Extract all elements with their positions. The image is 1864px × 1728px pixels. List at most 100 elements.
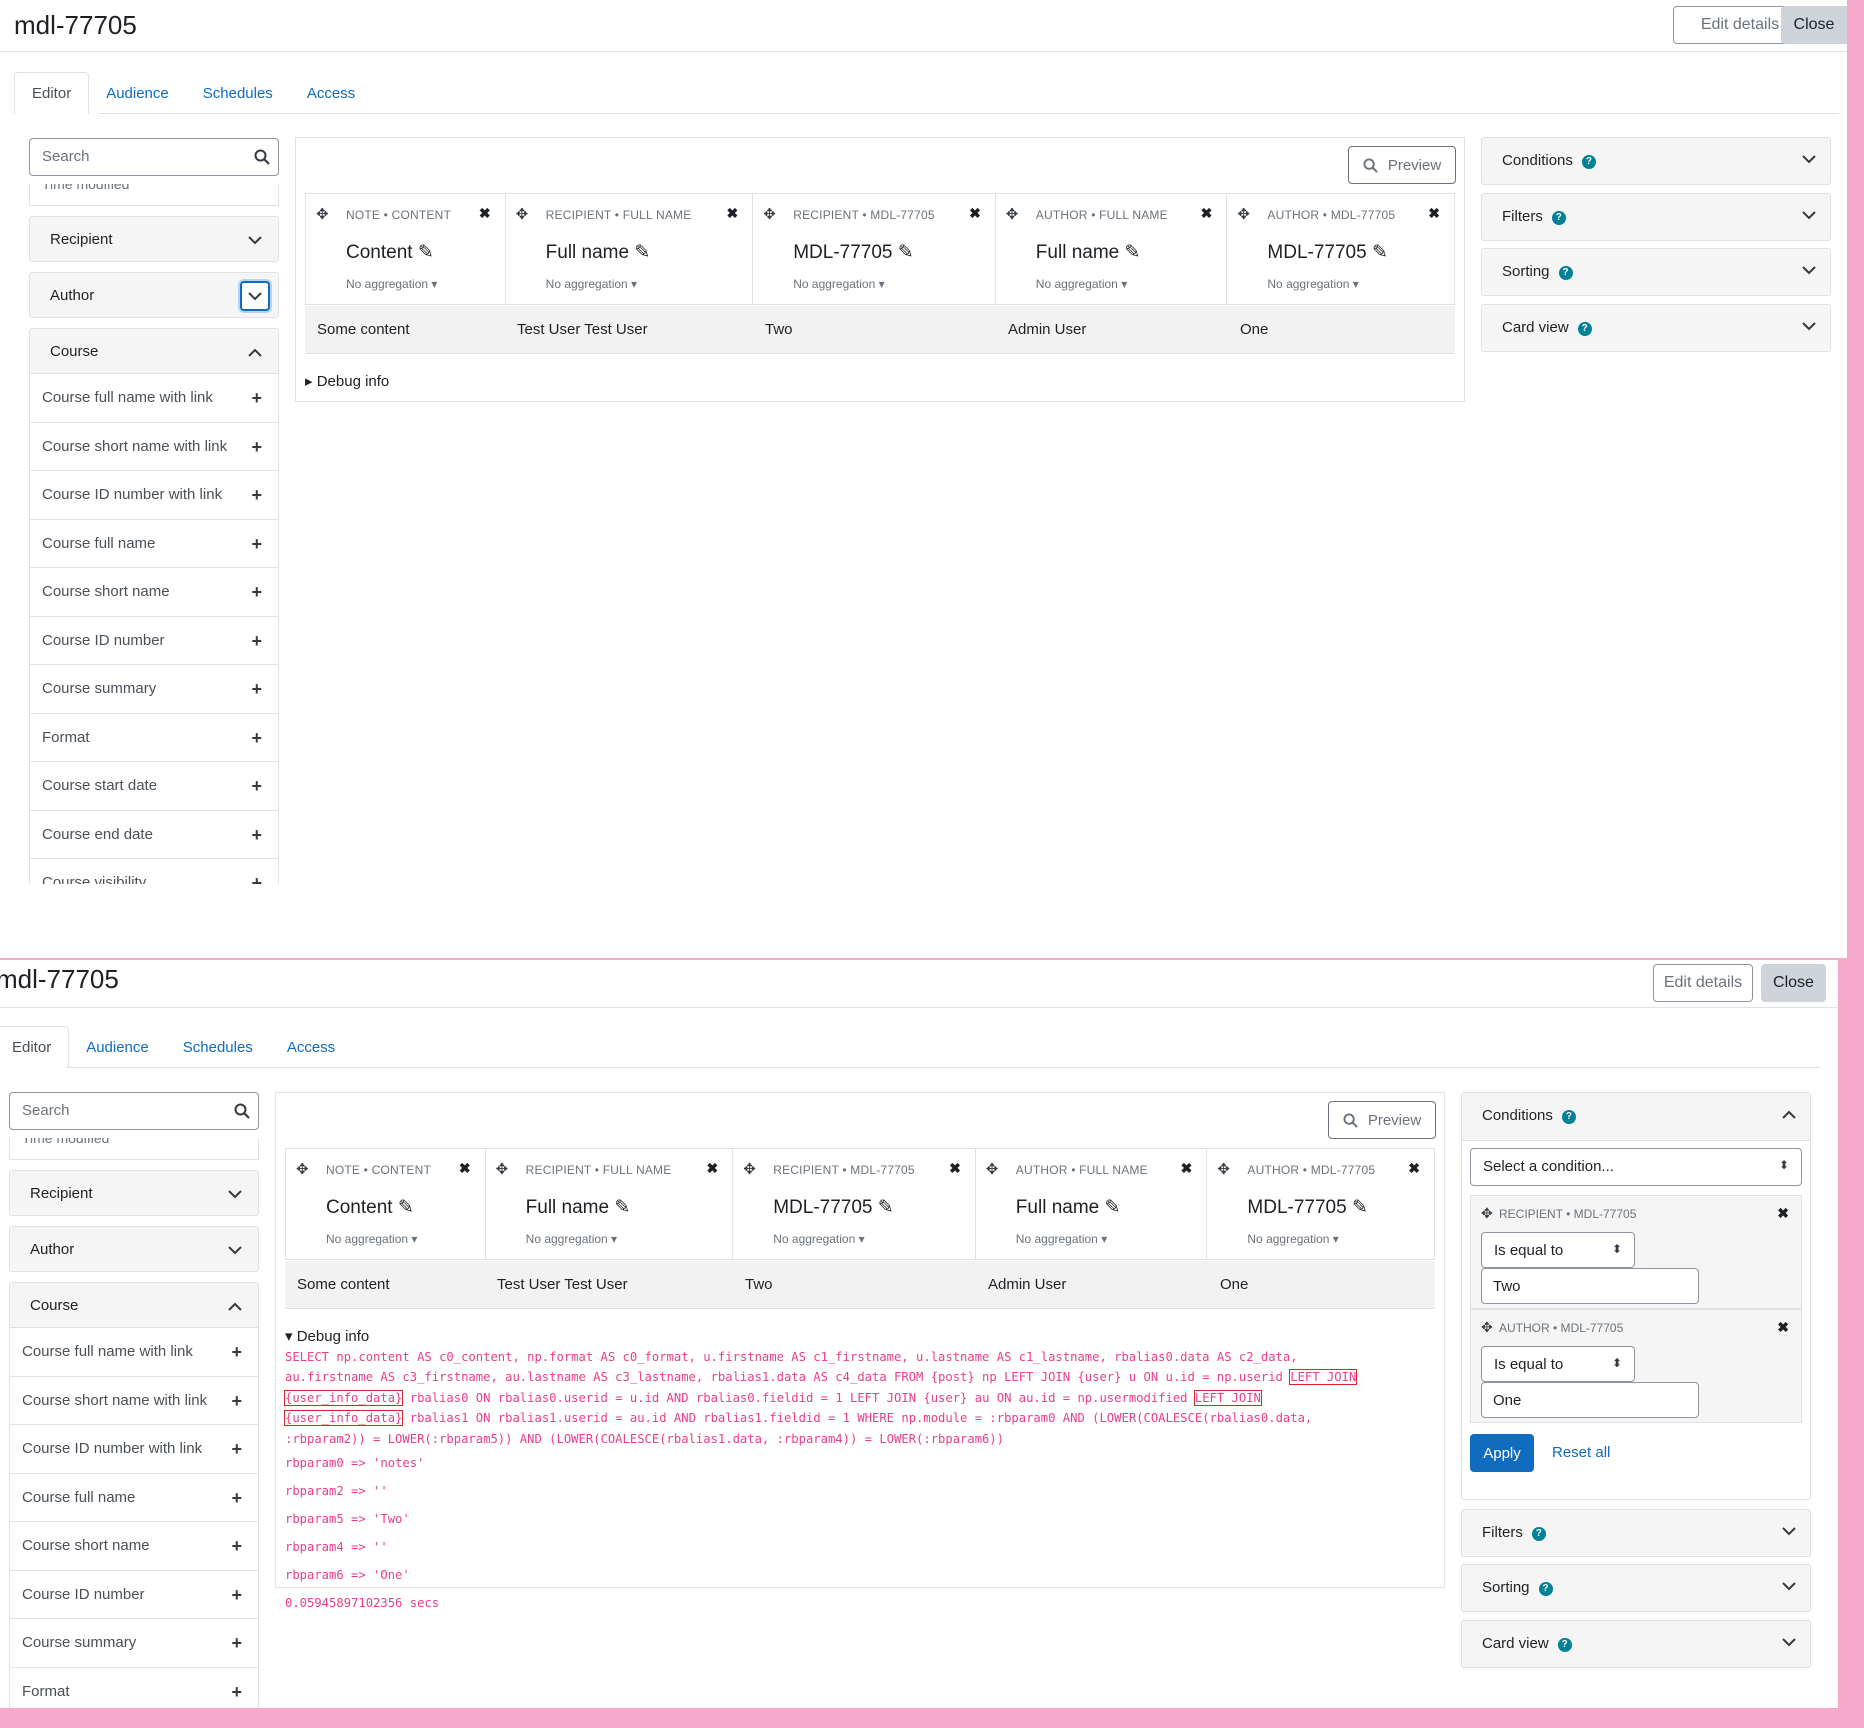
plus-icon[interactable]: + bbox=[231, 1342, 242, 1363]
category-course[interactable]: Course bbox=[9, 1282, 259, 1328]
sorting-accordion[interactable]: Sorting? bbox=[1461, 1564, 1811, 1612]
field-item[interactable]: Course full name + bbox=[9, 1473, 259, 1522]
field-item[interactable]: Course full name with link + bbox=[29, 374, 279, 423]
field-item[interactable]: Course ID number + bbox=[29, 616, 279, 665]
plus-icon[interactable]: + bbox=[231, 1488, 242, 1509]
aggregation-select[interactable]: No aggregation ▾ bbox=[346, 277, 437, 291]
remove-icon[interactable]: ✖ bbox=[1777, 1205, 1789, 1222]
remove-icon[interactable]: ✖ bbox=[726, 205, 738, 222]
preview-button[interactable]: Preview bbox=[1348, 146, 1456, 184]
remove-icon[interactable]: ✖ bbox=[949, 1160, 961, 1177]
edit-details-button[interactable]: Edit details bbox=[1653, 964, 1753, 1002]
operator-select[interactable]: Is equal to ⬍ bbox=[1481, 1232, 1635, 1268]
help-icon[interactable]: ? bbox=[1557, 1638, 1572, 1652]
aggregation-select[interactable]: No aggregation ▾ bbox=[1016, 1232, 1107, 1246]
tab-schedules[interactable]: Schedules bbox=[166, 1026, 270, 1068]
remove-icon[interactable]: ✖ bbox=[1408, 1160, 1420, 1177]
chevron-down-icon[interactable] bbox=[1802, 151, 1816, 169]
chevron-down-icon[interactable] bbox=[240, 225, 270, 255]
debug-toggle[interactable]: ▸ Debug info bbox=[305, 372, 389, 390]
column-name[interactable]: MDL-77705 ✎ bbox=[793, 241, 913, 264]
tab-access[interactable]: Access bbox=[270, 1026, 352, 1068]
chevron-up-icon[interactable] bbox=[240, 337, 270, 367]
close-button[interactable]: Close bbox=[1761, 964, 1826, 1002]
field-item[interactable]: Course visibility + bbox=[29, 859, 279, 884]
tab-access[interactable]: Access bbox=[290, 72, 372, 114]
help-icon[interactable]: ? bbox=[1561, 1110, 1576, 1124]
category-recipient[interactable]: Recipient bbox=[29, 216, 279, 262]
category-author[interactable]: Author bbox=[29, 272, 279, 318]
help-icon[interactable]: ? bbox=[1581, 155, 1596, 169]
field-item[interactable]: Course ID number with link + bbox=[29, 471, 279, 520]
aggregation-select[interactable]: No aggregation ▾ bbox=[326, 1232, 417, 1246]
aggregation-select[interactable]: No aggregation ▾ bbox=[546, 277, 637, 291]
aggregation-select[interactable]: No aggregation ▾ bbox=[1267, 277, 1358, 291]
search-icon[interactable] bbox=[234, 1103, 250, 1119]
help-icon[interactable]: ? bbox=[1551, 211, 1566, 225]
column-name[interactable]: Full name ✎ bbox=[1016, 1196, 1121, 1219]
plus-icon[interactable]: + bbox=[251, 873, 262, 884]
plus-icon[interactable]: + bbox=[231, 1439, 242, 1460]
field-item[interactable]: Course ID number with link + bbox=[9, 1425, 259, 1474]
search-input[interactable]: Search bbox=[9, 1092, 259, 1130]
filters-accordion[interactable]: Filters? bbox=[1481, 193, 1831, 241]
reset-all-link[interactable]: Reset all bbox=[1552, 1444, 1610, 1461]
aggregation-select[interactable]: No aggregation ▾ bbox=[1036, 277, 1127, 291]
help-icon[interactable]: ? bbox=[1577, 322, 1592, 336]
remove-icon[interactable]: ✖ bbox=[1428, 205, 1440, 222]
conditions-header[interactable]: Conditions? bbox=[1462, 1093, 1810, 1141]
move-icon[interactable]: ✥ bbox=[1481, 1319, 1493, 1336]
chevron-down-icon[interactable] bbox=[240, 281, 270, 311]
plus-icon[interactable]: + bbox=[251, 388, 262, 409]
field-item[interactable]: Course full name with link + bbox=[9, 1328, 259, 1377]
chevron-down-icon[interactable] bbox=[1802, 207, 1816, 225]
field-item[interactable]: Course short name + bbox=[29, 568, 279, 617]
field-item[interactable]: Format + bbox=[9, 1667, 259, 1708]
field-item[interactable]: Course short name with link + bbox=[9, 1376, 259, 1425]
plus-icon[interactable]: + bbox=[231, 1585, 242, 1606]
operator-select[interactable]: Is equal to ⬍ bbox=[1481, 1346, 1635, 1382]
chevron-down-icon[interactable] bbox=[1782, 1523, 1796, 1541]
tab-schedules[interactable]: Schedules bbox=[186, 72, 290, 114]
aggregation-select[interactable]: No aggregation ▾ bbox=[526, 1232, 617, 1246]
move-icon[interactable]: ✥ bbox=[316, 205, 329, 223]
sorting-accordion[interactable]: Sorting? bbox=[1481, 248, 1831, 296]
plus-icon[interactable]: + bbox=[251, 631, 262, 652]
field-item[interactable]: Course start date + bbox=[29, 762, 279, 811]
move-icon[interactable]: ✥ bbox=[496, 1160, 509, 1178]
aggregation-select[interactable]: No aggregation ▾ bbox=[1247, 1232, 1338, 1246]
plus-icon[interactable]: + bbox=[231, 1536, 242, 1557]
field-item[interactable]: Format + bbox=[29, 713, 279, 762]
tab-audience[interactable]: Audience bbox=[69, 1026, 166, 1068]
field-item[interactable]: Course ID number + bbox=[9, 1570, 259, 1619]
move-icon[interactable]: ✥ bbox=[1217, 1160, 1230, 1178]
field-item[interactable]: Course full name + bbox=[29, 519, 279, 568]
chevron-up-icon[interactable] bbox=[1782, 1106, 1796, 1124]
chevron-down-icon[interactable] bbox=[220, 1179, 250, 1209]
field-item[interactable]: Course end date + bbox=[29, 810, 279, 859]
filters-accordion[interactable]: Filters? bbox=[1461, 1509, 1811, 1557]
card-view-accordion[interactable]: Card view? bbox=[1481, 304, 1831, 352]
move-icon[interactable]: ✥ bbox=[1006, 205, 1019, 223]
field-item[interactable]: Course short name with link + bbox=[29, 422, 279, 471]
column-name[interactable]: Content ✎ bbox=[326, 1196, 414, 1219]
plus-icon[interactable]: + bbox=[231, 1682, 242, 1703]
value-input[interactable]: One bbox=[1481, 1382, 1699, 1418]
category-course[interactable]: Course bbox=[29, 328, 279, 374]
column-name[interactable]: MDL-77705 ✎ bbox=[1247, 1196, 1367, 1219]
debug-toggle[interactable]: ▾ Debug info bbox=[285, 1327, 369, 1345]
plus-icon[interactable]: + bbox=[251, 728, 262, 749]
preview-button[interactable]: Preview bbox=[1328, 1101, 1436, 1139]
move-icon[interactable]: ✥ bbox=[516, 205, 529, 223]
column-name[interactable]: MDL-77705 ✎ bbox=[773, 1196, 893, 1219]
value-input[interactable]: Two bbox=[1481, 1268, 1699, 1304]
plus-icon[interactable]: + bbox=[251, 679, 262, 700]
category-author[interactable]: Author bbox=[9, 1226, 259, 1272]
chevron-down-icon[interactable] bbox=[1782, 1578, 1796, 1596]
column-name[interactable]: MDL-77705 ✎ bbox=[1267, 241, 1387, 264]
remove-icon[interactable]: ✖ bbox=[1777, 1319, 1789, 1336]
plus-icon[interactable]: + bbox=[251, 534, 262, 555]
plus-icon[interactable]: + bbox=[251, 485, 262, 506]
field-item[interactable]: Course summary + bbox=[29, 665, 279, 714]
chevron-down-icon[interactable] bbox=[1782, 1634, 1796, 1652]
